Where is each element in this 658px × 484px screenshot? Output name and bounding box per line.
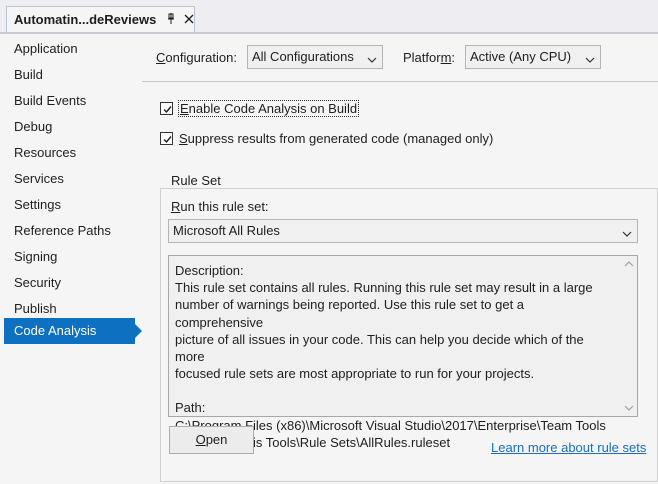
sidebar-item-reference-paths[interactable]: Reference Paths <box>4 218 135 244</box>
sidebar-item-signing[interactable]: Signing <box>4 244 135 270</box>
rule-set-dropdown[interactable]: Microsoft All Rules <box>168 219 638 243</box>
description-line: This rule set contains all rules. Runnin… <box>175 280 593 296</box>
platform-value: Active (Any CPU) <box>470 49 572 64</box>
enable-code-analysis-label: Enable Code Analysis on Build <box>177 99 360 117</box>
run-rule-set-label: Run this rule set: <box>171 199 269 214</box>
sidebar-item-resources[interactable]: Resources <box>4 140 135 166</box>
checkmark-icon <box>163 135 172 143</box>
description-line: focused rule sets are most appropriate t… <box>175 366 535 382</box>
configuration-value: All Configurations <box>252 49 354 64</box>
chevron-down-icon <box>367 51 377 63</box>
chevron-down-icon <box>622 225 632 237</box>
suppress-results-option[interactable]: Suppress results from generated code (ma… <box>160 128 493 148</box>
description-scrollbar[interactable] <box>621 256 637 416</box>
sidebar-item-settings[interactable]: Settings <box>4 192 135 218</box>
close-icon[interactable] <box>183 12 195 26</box>
open-button[interactable]: Open <box>169 426 254 454</box>
sidebar-item-label: Code Analysis <box>14 323 97 338</box>
configuration-label: Configuration: <box>156 50 237 65</box>
selection-arrow-icon <box>135 324 142 338</box>
sidebar-item-build[interactable]: Build <box>4 62 135 88</box>
suppress-results-checkbox[interactable] <box>160 131 173 145</box>
sidebar-item-build-events[interactable]: Build Events <box>4 88 135 114</box>
enable-code-analysis-checkbox[interactable] <box>160 101 173 115</box>
description-line: Path: <box>175 400 206 416</box>
document-tab-title: Automatin...deReviews <box>14 12 157 27</box>
enable-code-analysis-option[interactable]: Enable Code Analysis on Build <box>160 98 360 118</box>
rule-set-value: Microsoft All Rules <box>173 223 280 238</box>
description-blank-line <box>175 382 615 399</box>
checkmark-icon <box>163 105 172 113</box>
sidebar-item-services[interactable]: Services <box>4 166 135 192</box>
sidebar-item-security[interactable]: Security <box>4 270 135 296</box>
sidebar-item-application[interactable]: Application <box>4 36 135 62</box>
description-line: number of warnings being reported. Use t… <box>175 297 525 330</box>
pin-icon[interactable] <box>165 12 177 26</box>
sidebar: Application Build Build Events Debug Res… <box>0 36 142 484</box>
configuration-bar: Configuration: All Configurations Platfo… <box>142 36 658 82</box>
suppress-results-label: Suppress results from generated code (ma… <box>179 130 494 146</box>
rule-set-group-title: Rule Set <box>168 173 224 188</box>
platform-label: Platform: <box>403 50 456 65</box>
sidebar-item-code-analysis[interactable]: Code Analysis <box>4 318 142 344</box>
rule-set-description[interactable]: Description: This rule set contains all … <box>168 255 638 450</box>
sidebar-item-debug[interactable]: Debug <box>4 114 135 140</box>
configuration-dropdown[interactable]: All Configurations <box>247 45 383 69</box>
learn-more-link[interactable]: Learn more about rule sets <box>491 440 646 455</box>
document-tab[interactable]: Automatin...deReviews <box>6 6 195 32</box>
main-panel: Configuration: All Configurations Platfo… <box>142 36 658 484</box>
description-line: picture of all issues in your code. This… <box>175 331 584 365</box>
chevron-down-icon <box>585 51 595 63</box>
document-tab-strip: Automatin...deReviews <box>0 0 658 34</box>
description-line: Description: <box>175 263 244 278</box>
platform-dropdown[interactable]: Active (Any CPU) <box>465 45 601 69</box>
